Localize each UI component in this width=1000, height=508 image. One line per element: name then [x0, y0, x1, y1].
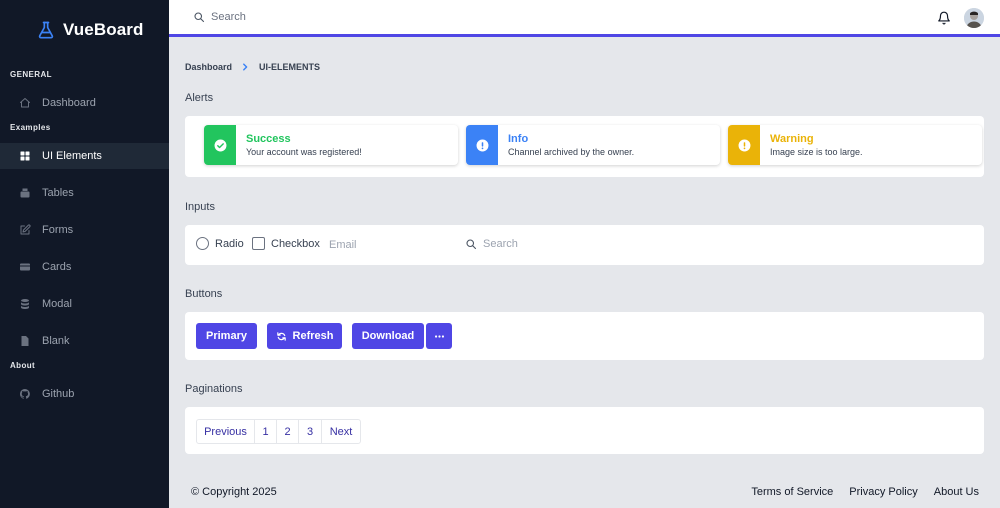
flask-icon — [38, 21, 54, 39]
avatar[interactable] — [964, 8, 984, 28]
primary-button-label: Primary — [206, 330, 247, 342]
alert-text: Your account was registered! — [246, 147, 362, 157]
section-title-inputs: Inputs — [185, 201, 215, 213]
sidebar-item-label: Cards — [42, 261, 72, 273]
pagination-previous[interactable]: Previous — [197, 420, 255, 443]
sidebar-item-label: Tables — [42, 187, 74, 199]
breadcrumb-current: UI-ELEMENTS — [259, 62, 321, 72]
email-field[interactable] — [329, 239, 449, 251]
radio-option[interactable]: Radio — [196, 237, 244, 250]
sidebar-item-modal[interactable]: Modal — [0, 291, 169, 317]
pagination-page-2[interactable]: 2 — [277, 420, 299, 443]
breadcrumb: Dashboard UI-ELEMENTS — [185, 62, 320, 72]
table-icon — [19, 187, 31, 199]
bell-icon[interactable] — [937, 11, 951, 25]
alert-text: Channel archived by the owner. — [508, 147, 635, 157]
checkbox-label: Checkbox — [271, 237, 320, 250]
github-icon — [19, 388, 31, 400]
download-button-label: Download — [361, 330, 415, 342]
sidebar-item-dashboard[interactable]: Dashboard — [0, 90, 169, 116]
check-circle-icon — [204, 125, 236, 165]
sidebar-item-blank[interactable]: Blank — [0, 328, 169, 354]
section-title-paginations: Paginations — [185, 383, 243, 395]
search-icon — [194, 12, 205, 23]
sidebar-item-label: Github — [42, 388, 75, 400]
footer-copyright: © Copyright 2025 — [191, 486, 277, 498]
alerts-card: Success Your account was registered! Inf… — [185, 116, 984, 177]
sidebar: VueBoard GENERAL Dashboard Examples UI E… — [0, 0, 169, 508]
alert-title: Success — [246, 133, 291, 145]
chevron-right-icon — [243, 63, 248, 71]
home-icon — [19, 97, 31, 109]
card-icon — [19, 261, 31, 273]
section-title-alerts: Alerts — [185, 92, 214, 104]
search-input[interactable] — [483, 238, 683, 250]
sidebar-item-label: Dashboard — [42, 97, 96, 109]
radio-button[interactable] — [196, 237, 209, 250]
alert-body: Info Channel archived by the owner. — [498, 125, 634, 165]
alert-title: Info — [508, 133, 529, 145]
grid-icon — [19, 150, 31, 162]
more-horizontal-icon — [434, 334, 444, 338]
pagination-page-3[interactable]: 3 — [299, 420, 322, 443]
footer-link-privacy[interactable]: Privacy Policy — [849, 486, 917, 498]
refresh-button-label: Refresh — [292, 330, 334, 342]
buttons-card: Primary Refresh Download — [185, 312, 984, 360]
top-header — [169, 0, 1000, 37]
inputs-search — [465, 238, 683, 250]
section-label-general: GENERAL — [10, 70, 52, 79]
brand-name: VueBoard — [63, 20, 144, 39]
search-icon — [466, 239, 477, 250]
alert-success: Success Your account was registered! — [204, 125, 458, 165]
alert-text: Image size is too large. — [770, 147, 863, 157]
section-label-examples: Examples — [10, 123, 51, 132]
sidebar-item-ui-elements[interactable]: UI Elements — [0, 143, 169, 169]
header-search-input[interactable] — [211, 11, 411, 23]
alert-info: Info Channel archived by the owner. — [466, 125, 720, 165]
inputs-card: Radio Checkbox — [185, 225, 984, 265]
checkbox-option[interactable]: Checkbox — [252, 237, 320, 250]
document-icon — [19, 335, 31, 347]
sidebar-item-tables[interactable]: Tables — [0, 180, 169, 206]
warning-icon — [728, 125, 760, 165]
edit-icon — [19, 224, 31, 236]
breadcrumb-dashboard[interactable]: Dashboard — [185, 62, 232, 72]
alert-title: Warning — [770, 133, 814, 145]
section-title-buttons: Buttons — [185, 288, 223, 300]
alert-body: Warning Image size is too large. — [760, 125, 863, 165]
brand[interactable]: VueBoard — [36, 20, 143, 40]
checkbox[interactable] — [252, 237, 265, 250]
sidebar-item-label: Modal — [42, 298, 72, 310]
alert-body: Success Your account was registered! — [236, 125, 362, 165]
info-icon — [466, 125, 498, 165]
sidebar-item-label: Forms — [42, 224, 74, 236]
section-label-about: About — [10, 361, 36, 370]
sidebar-item-cards[interactable]: Cards — [0, 254, 169, 280]
sidebar-item-label: Blank — [42, 335, 70, 347]
header-search — [193, 11, 411, 23]
pagination-next[interactable]: Next — [322, 420, 360, 443]
pagination-page-1[interactable]: 1 — [255, 420, 277, 443]
footer-links: Terms of Service Privacy Policy About Us — [751, 486, 979, 498]
refresh-icon — [276, 331, 286, 341]
database-icon — [19, 298, 31, 310]
sidebar-item-github[interactable]: Github — [0, 381, 169, 407]
radio-label: Radio — [215, 237, 244, 250]
alert-warning: Warning Image size is too large. — [728, 125, 982, 165]
download-button[interactable]: Download — [352, 323, 424, 349]
sidebar-item-forms[interactable]: Forms — [0, 217, 169, 243]
refresh-button[interactable]: Refresh — [267, 323, 342, 349]
sidebar-item-label: UI Elements — [42, 150, 102, 162]
footer-link-about[interactable]: About Us — [934, 486, 979, 498]
pagination: Previous 1 2 3 Next — [196, 419, 361, 444]
pagination-card: Previous 1 2 3 Next — [185, 407, 984, 454]
footer-link-terms[interactable]: Terms of Service — [751, 486, 833, 498]
primary-button[interactable]: Primary — [196, 323, 257, 349]
more-button[interactable] — [426, 323, 452, 349]
